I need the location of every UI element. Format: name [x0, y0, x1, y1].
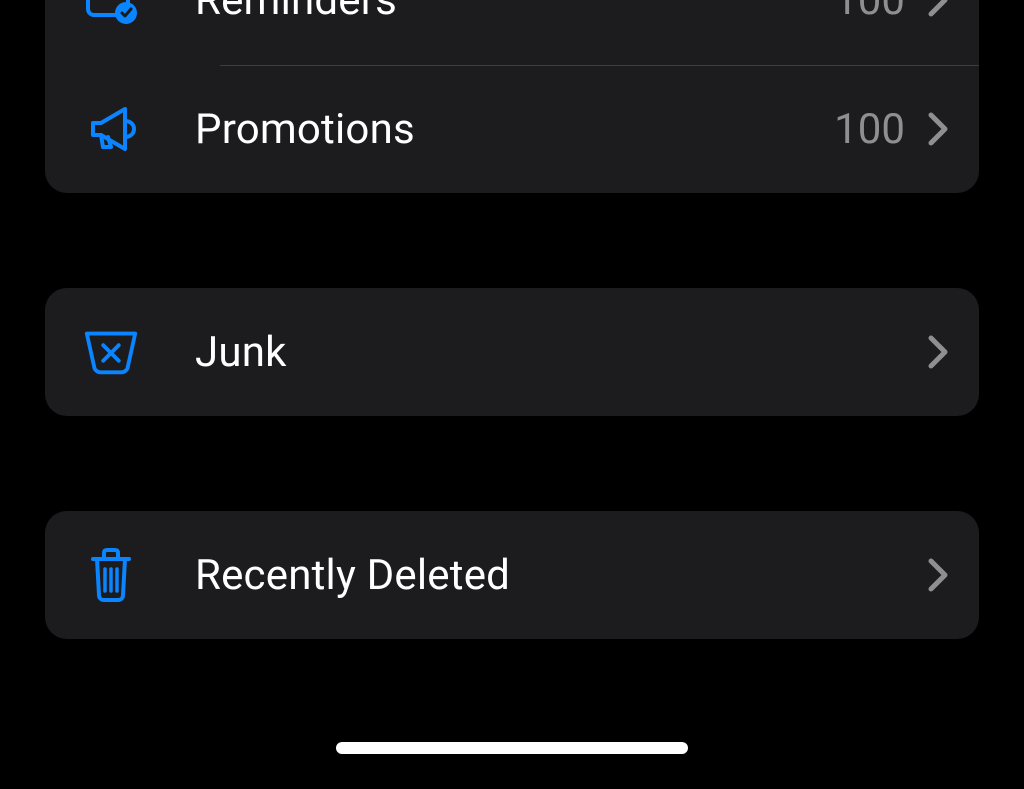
mailbox-row-recently-deleted[interactable]: Recently Deleted	[45, 511, 979, 639]
spacer	[45, 416, 979, 511]
divider	[220, 65, 979, 66]
chevron-right-icon	[927, 111, 949, 147]
mailbox-label: Recently Deleted	[195, 551, 927, 600]
mailbox-row-reminders[interactable]: Reminders 100	[45, 0, 979, 65]
chevron-right-icon	[927, 0, 949, 18]
mailbox-count: 100	[834, 0, 905, 25]
mailbox-row-promotions[interactable]: Promotions 100	[45, 65, 979, 193]
spacer	[45, 193, 979, 288]
mailbox-group: Recently Deleted	[45, 511, 979, 639]
mailbox-row-junk[interactable]: Junk	[45, 288, 979, 416]
mailboxes-screen: Reminders 100 Promotions 100	[0, 0, 1024, 789]
mailbox-label: Promotions	[195, 105, 834, 154]
junk-icon	[81, 325, 141, 379]
mailbox-label: Reminders	[195, 0, 834, 25]
reminders-icon	[81, 0, 141, 29]
home-indicator[interactable]	[336, 742, 688, 754]
mailbox-label: Junk	[195, 328, 927, 377]
mailbox-group: Junk	[45, 288, 979, 416]
chevron-right-icon	[927, 557, 949, 593]
chevron-right-icon	[927, 334, 949, 370]
trash-icon	[81, 545, 141, 605]
mailbox-count: 100	[834, 105, 905, 154]
megaphone-icon	[81, 99, 141, 159]
mailbox-group: Reminders 100 Promotions 100	[45, 0, 979, 193]
